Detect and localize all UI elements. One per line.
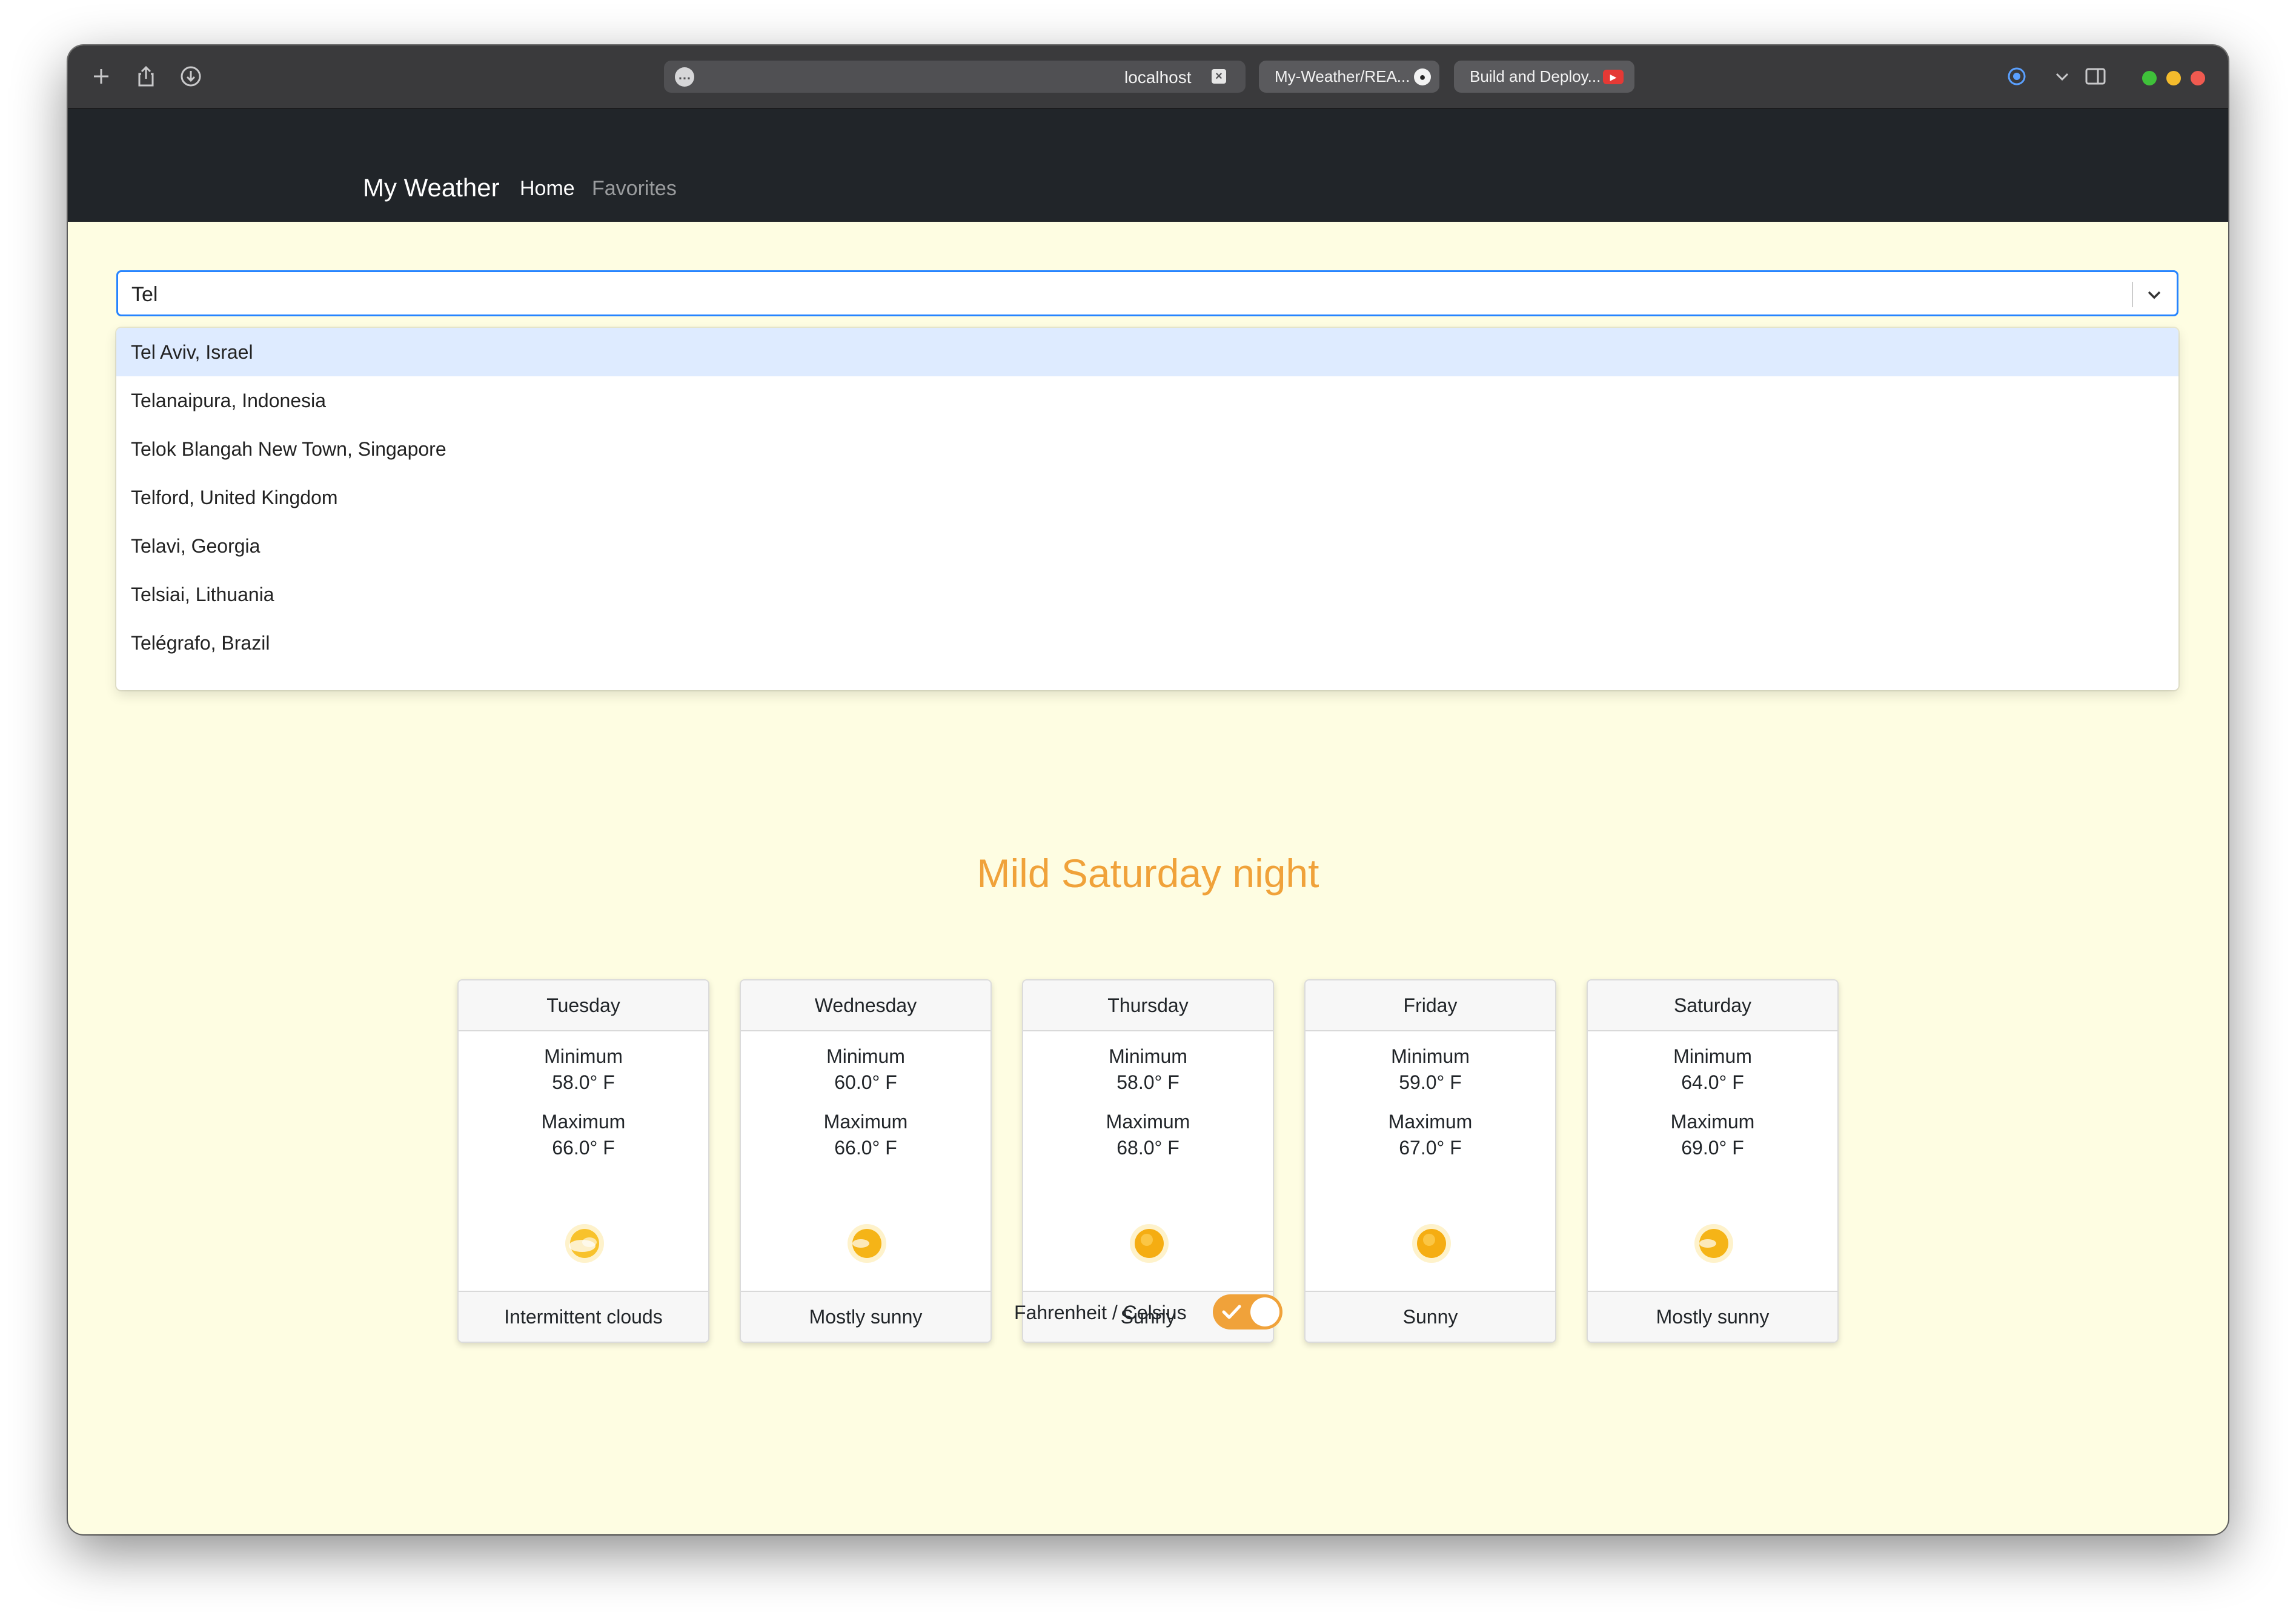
tab-youtube[interactable]: Build and Deploy... ▶ [1454,61,1634,93]
forecast-day: Friday [1306,980,1555,1031]
forecast-body: Minimum 58.0° F Maximum 66.0° F [459,1031,708,1293]
forecast-condition: Mostly sunny [741,1291,990,1342]
forecast-day: Wednesday [741,980,990,1031]
forecast-body: Minimum 58.0° F Maximum 68.0° F [1023,1031,1273,1293]
address-bar[interactable]: … localhost × [664,61,1246,93]
forecast-day: Thursday [1023,980,1273,1031]
suggestion-option[interactable]: Telanaipura, Indonesia [116,376,2178,425]
tab-github[interactable]: My-Weather/REA... ● [1259,61,1439,93]
forecast-card: Thursday Minimum 58.0° F Maximum 68.0° F [1022,979,1274,1343]
main-content: Tel Tel Aviv, Israel Telanaipura, Indone… [68,222,2228,1534]
min-temp: 60.0° F [834,1071,897,1093]
toggle-knob [1250,1297,1279,1326]
min-temp: 58.0° F [552,1071,615,1093]
new-tab-icon[interactable] [87,62,115,90]
city-search-input[interactable]: Tel [116,270,2178,316]
forecast-day: Tuesday [459,980,708,1031]
close-tab-icon[interactable]: × [1212,69,1226,84]
sidebar-icon[interactable] [2082,62,2109,90]
github-icon: ● [1414,68,1431,85]
forecast-card: Wednesday Minimum 60.0° F Maximum 66.0° … [740,979,992,1343]
tab-label: Build and Deploy... [1470,67,1601,85]
maximize-window-button[interactable] [2142,71,2157,85]
min-label: Minimum [826,1045,905,1067]
max-temp: 66.0° F [552,1137,615,1159]
forecast-body: Minimum 60.0° F Maximum 66.0° F [741,1031,990,1293]
tab-label: My-Weather/REA... [1275,67,1410,85]
suggestion-option[interactable]: Telsiai, Lithuania [116,570,2178,619]
max-temp: 67.0° F [1399,1137,1462,1159]
search-value: Tel [131,283,158,306]
nav-link-home[interactable]: Home [520,176,575,201]
chevron-down-icon[interactable] [2050,62,2069,90]
max-temp: 66.0° F [834,1137,897,1159]
intermittent-clouds-icon [560,1219,609,1268]
chevron-down-icon[interactable] [2142,282,2167,307]
app-brand[interactable]: My Weather [363,173,500,203]
suggestion-option[interactable]: Tel Aviv, Israel [116,328,2178,376]
downloads-icon[interactable] [177,62,205,90]
search-separator [2132,282,2133,307]
forecast-condition: Mostly sunny [1588,1291,1837,1342]
sunny-icon [1407,1219,1456,1268]
page-menu-icon[interactable]: … [675,67,694,87]
min-temp: 64.0° F [1681,1071,1744,1093]
min-label: Minimum [1109,1045,1187,1067]
max-temp: 69.0° F [1681,1137,1744,1159]
forecast-day: Saturday [1588,980,1837,1031]
minimize-window-button[interactable] [2166,71,2181,85]
suggestion-option[interactable]: Telavi, Georgia [116,522,2178,570]
share-icon[interactable] [132,62,160,90]
suggestion-option[interactable]: Telford, United Kingdom [116,473,2178,522]
max-temp: 68.0° F [1116,1137,1180,1159]
min-temp: 58.0° F [1116,1071,1180,1093]
close-window-button[interactable] [2191,71,2205,85]
mostly-sunny-icon [1690,1219,1738,1268]
suggestion-option[interactable]: Telégrafo, Brazil [116,619,2178,667]
app-navbar: My Weather Home Favorites [68,109,2228,222]
min-label: Minimum [544,1045,623,1067]
forecast-body: Minimum 59.0° F Maximum 67.0° F [1306,1031,1555,1293]
unit-toggle-label: Fahrenheit / Celsius [1014,1302,1187,1323]
max-label: Maximum [823,1111,908,1133]
url-text: localhost [1124,68,1192,87]
browser-window: … localhost × My-Weather/REA... ● Build … [68,45,2228,1534]
max-label: Maximum [1670,1111,1755,1133]
forecast-condition: Intermittent clouds [459,1291,708,1342]
max-label: Maximum [1106,1111,1190,1133]
forecast-body: Minimum 64.0° F Maximum 69.0° F [1588,1031,1837,1293]
forecast-card: Friday Minimum 59.0° F Maximum 67.0° F S… [1304,979,1556,1343]
check-icon [1221,1303,1242,1321]
sunny-icon [1125,1219,1173,1268]
extension-icon[interactable] [2003,62,2031,90]
min-temp: 59.0° F [1399,1071,1462,1093]
browser-toolbar: … localhost × My-Weather/REA... ● Build … [68,45,2228,109]
youtube-icon: ▶ [1603,70,1624,84]
suggestion-option[interactable]: Telok Blangah New Town, Singapore [116,425,2178,473]
min-label: Minimum [1673,1045,1752,1067]
nav-link-favorites[interactable]: Favorites [592,176,677,201]
weather-headline: Mild Saturday night [977,851,1319,896]
unit-toggle-switch[interactable] [1213,1294,1282,1329]
min-label: Minimum [1391,1045,1470,1067]
mostly-sunny-icon [843,1219,891,1268]
forecast-condition: Sunny [1306,1291,1555,1342]
max-label: Maximum [1388,1111,1473,1133]
forecast-card: Tuesday Minimum 58.0° F Maximum 66.0° F [457,979,709,1343]
city-suggestions-menu: Tel Aviv, Israel Telanaipura, Indonesia … [116,328,2178,690]
max-label: Maximum [541,1111,626,1133]
forecast-card: Saturday Minimum 64.0° F Maximum 69.0° F [1587,979,1839,1343]
